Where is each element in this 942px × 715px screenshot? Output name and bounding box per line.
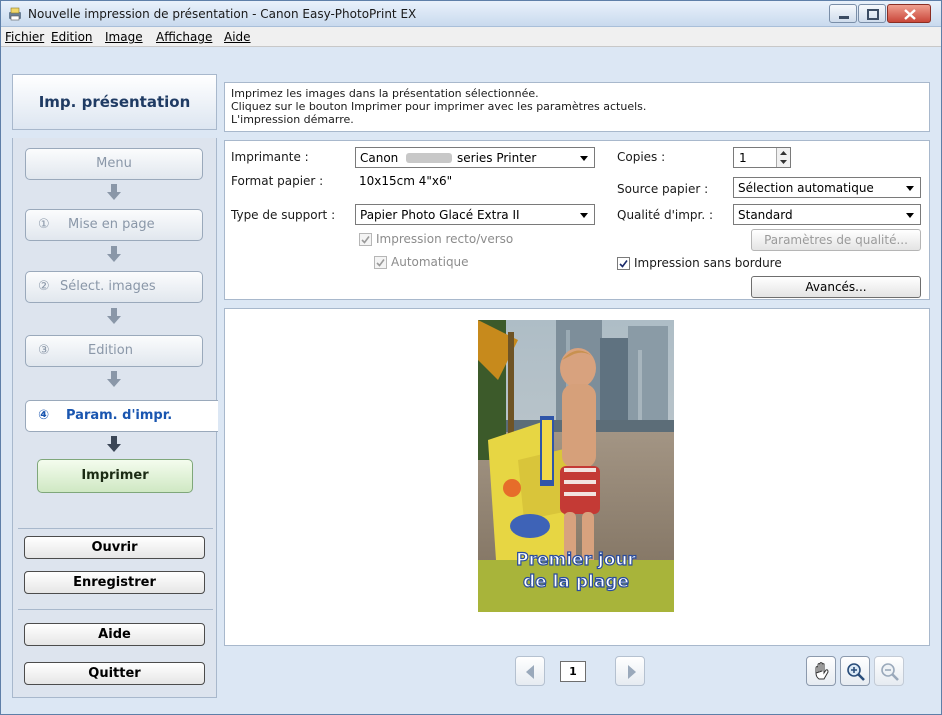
zoom-out-button[interactable] xyxy=(874,656,904,686)
step-number: ② xyxy=(38,279,50,294)
pan-hand-button[interactable] xyxy=(806,656,836,686)
zoom-in-icon xyxy=(847,663,865,681)
borderless-checkbox[interactable] xyxy=(617,257,630,270)
sidebar-title: Imp. présentation xyxy=(12,74,217,130)
close-icon xyxy=(904,9,916,20)
media-type-label: Type de support : xyxy=(231,208,336,222)
down-arrow-icon xyxy=(107,184,121,200)
down-arrow-icon xyxy=(107,371,121,387)
copies-label: Copies : xyxy=(617,150,666,164)
photo-caption-line1: Premier jour xyxy=(516,549,637,570)
copies-value: 1 xyxy=(739,151,747,165)
step-print-settings-label: Param. d'impr. xyxy=(66,408,173,423)
save-button[interactable]: Enregistrer xyxy=(24,571,205,594)
copies-stepper[interactable]: 1 xyxy=(733,147,791,168)
instructions-panel: Imprimez les images dans la présentation… xyxy=(224,82,930,132)
quality-settings-button[interactable]: Paramètres de qualité... xyxy=(751,229,921,251)
page-number-box[interactable]: 1 xyxy=(560,661,586,682)
stepper-up-down-icon xyxy=(780,151,787,164)
paper-size-value: 10x15cm 4"x6" xyxy=(359,174,453,188)
chevron-down-icon xyxy=(906,213,914,218)
menu-aide[interactable]: Aide xyxy=(224,30,251,44)
step-number: ④ xyxy=(38,408,50,423)
auto-duplex-checkbox[interactable] xyxy=(374,256,387,269)
zoom-out-icon xyxy=(881,663,899,681)
help-button[interactable]: Aide xyxy=(24,623,205,646)
quality-select[interactable]: Standard xyxy=(733,204,921,225)
down-arrow-icon xyxy=(107,308,121,324)
print-button[interactable]: Imprimer xyxy=(37,459,193,493)
menu-edition[interactable]: Edition xyxy=(51,30,93,44)
minimize-icon xyxy=(839,16,849,19)
menu-bar: Fichier Edition Image Affichage Aide xyxy=(1,27,941,47)
window-title: Nouvelle impression de présentation - Ca… xyxy=(28,7,417,21)
previous-page-button[interactable] xyxy=(515,656,545,686)
down-arrow-icon xyxy=(107,246,121,262)
chevron-down-icon xyxy=(580,156,588,161)
step-layout[interactable]: ① Mise en page xyxy=(25,209,203,241)
step-layout-label: Mise en page xyxy=(68,217,155,232)
checkmark-icon xyxy=(361,236,370,244)
duplex-checkbox[interactable] xyxy=(359,233,372,246)
step-edit[interactable]: ③ Edition xyxy=(25,335,203,367)
quit-button[interactable]: Quitter xyxy=(24,662,205,685)
instruction-line: L'impression démarre. xyxy=(231,113,354,126)
checkmark-icon xyxy=(619,260,628,268)
paper-source-label: Source papier : xyxy=(617,182,709,196)
title-bar[interactable]: Nouvelle impression de présentation - Ca… xyxy=(1,1,941,27)
paper-size-label: Format papier : xyxy=(231,174,324,188)
borderless-label: Impression sans bordure xyxy=(634,256,782,270)
quality-value: Standard xyxy=(738,208,793,222)
printer-model-redacted xyxy=(406,153,452,163)
sidebar-divider xyxy=(18,609,213,610)
menu-image[interactable]: Image xyxy=(105,30,143,44)
step-menu[interactable]: Menu xyxy=(25,148,203,180)
printer-value-suffix: series Printer xyxy=(457,151,537,165)
down-arrow-icon xyxy=(107,436,121,452)
duplex-label: Impression recto/verso xyxy=(376,232,514,246)
step-number: ① xyxy=(38,217,50,232)
paper-source-select[interactable]: Sélection automatique xyxy=(733,177,921,198)
zoom-in-button[interactable] xyxy=(840,656,870,686)
printer-label: Imprimante : xyxy=(231,150,309,164)
sidebar-divider xyxy=(18,528,213,529)
step-number: ③ xyxy=(38,343,50,358)
triangle-left-icon xyxy=(526,665,534,679)
advanced-button[interactable]: Avancés... xyxy=(751,276,921,298)
paper-source-value: Sélection automatique xyxy=(738,181,874,195)
step-select-images[interactable]: ② Sélect. images xyxy=(25,271,203,303)
step-menu-label: Menu xyxy=(96,156,132,171)
menu-fichier[interactable]: Fichier xyxy=(5,30,44,44)
step-edit-label: Edition xyxy=(88,343,133,358)
menu-affichage[interactable]: Affichage xyxy=(156,30,212,44)
minimize-button[interactable] xyxy=(829,4,857,23)
close-button[interactable] xyxy=(887,4,931,23)
step-print-settings[interactable]: ④ Param. d'impr. xyxy=(25,400,218,432)
quality-label: Qualité d'impr. : xyxy=(617,208,714,222)
maximize-icon xyxy=(867,9,879,20)
media-type-value: Papier Photo Glacé Extra II xyxy=(360,208,520,222)
media-type-select[interactable]: Papier Photo Glacé Extra II xyxy=(355,204,595,225)
hand-icon xyxy=(815,662,829,680)
printer-value-prefix: Canon xyxy=(360,151,399,165)
stepper-arrows[interactable] xyxy=(776,148,790,167)
step-select-images-label: Sélect. images xyxy=(60,279,156,294)
auto-duplex-label: Automatique xyxy=(391,255,469,269)
printer-select[interactable]: Canon series Printer xyxy=(355,147,595,168)
chevron-down-icon xyxy=(906,186,914,191)
maximize-button[interactable] xyxy=(858,4,886,23)
chevron-down-icon xyxy=(580,213,588,218)
instruction-line: Imprimez les images dans la présentation… xyxy=(231,87,539,100)
next-page-button[interactable] xyxy=(615,656,645,686)
photo-caption-line2: de la plage xyxy=(522,571,629,592)
checkmark-icon xyxy=(376,259,385,267)
instruction-line: Cliquez sur le bouton Imprimer pour impr… xyxy=(231,100,647,113)
triangle-right-icon xyxy=(628,665,636,679)
open-button[interactable]: Ouvrir xyxy=(24,536,205,559)
printer-app-icon xyxy=(9,7,21,21)
